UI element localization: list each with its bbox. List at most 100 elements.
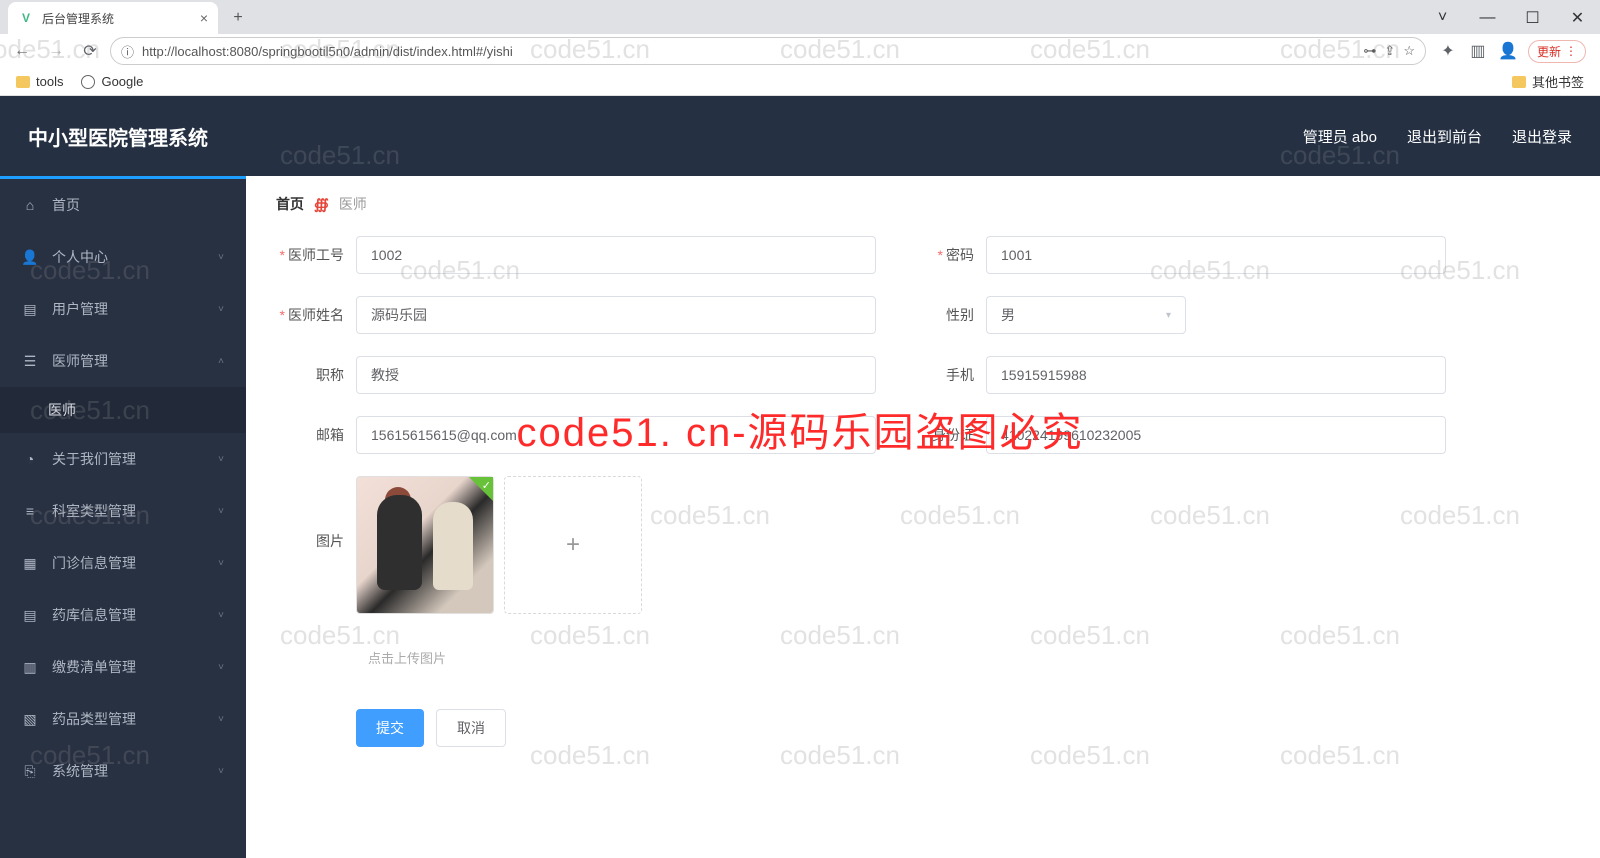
chevron-down-icon: ˅ bbox=[218, 662, 224, 673]
sidebar-item-payment[interactable]: ▥缴费清单管理˅ bbox=[0, 641, 246, 693]
update-label: 更新 bbox=[1537, 43, 1561, 60]
input-doctor-name[interactable] bbox=[356, 296, 876, 334]
form-item-image: 图片 + bbox=[276, 476, 1570, 614]
app-body: ⌂首页 👤个人中心˅ ▤用户管理˅ ☰医师管理˄ 医师 ◔关于我们管理˅ ≡科室… bbox=[0, 176, 1600, 858]
select-gender[interactable]: 男 ▾ bbox=[986, 296, 1186, 334]
info-icon: ⓘ bbox=[121, 42, 134, 61]
logout-link[interactable]: 退出登录 bbox=[1512, 126, 1572, 147]
chevron-down-icon: ˅ bbox=[218, 506, 224, 517]
sidebar-sub-doctor[interactable]: 医师 bbox=[0, 387, 246, 433]
update-chip[interactable]: 更新 ⋮ bbox=[1528, 40, 1586, 63]
chevron-down-icon: ˅ bbox=[218, 714, 224, 725]
form-item-doctor-id: *医师工号 bbox=[276, 236, 876, 274]
cancel-button[interactable]: 取消 bbox=[436, 709, 506, 747]
home-icon: ⌂ bbox=[22, 197, 38, 213]
input-email[interactable] bbox=[356, 416, 876, 454]
back-button[interactable]: ← bbox=[8, 37, 36, 65]
key-icon[interactable]: ⊶ bbox=[1363, 43, 1376, 59]
sidebar-item-drugtype[interactable]: ▧药品类型管理˅ bbox=[0, 693, 246, 745]
maximize-icon[interactable]: ☐ bbox=[1510, 0, 1555, 36]
new-tab-button[interactable]: + bbox=[224, 4, 252, 32]
main-content: 首页 ∰ 医师 *医师工号 *密码 *医师姓名 bbox=[246, 176, 1600, 858]
app-header-right: 管理员 abo 退出到前台 退出登录 bbox=[1303, 126, 1572, 147]
input-doctor-id[interactable] bbox=[356, 236, 876, 274]
input-phone[interactable] bbox=[986, 356, 1446, 394]
upload-area: + bbox=[356, 476, 642, 614]
check-icon bbox=[469, 477, 493, 501]
payment-icon: ▥ bbox=[22, 659, 38, 675]
sidebar-item-pharmacy[interactable]: ▤药库信息管理˅ bbox=[0, 589, 246, 641]
upload-button[interactable]: + bbox=[504, 476, 642, 614]
user-icon: 👤 bbox=[22, 249, 38, 265]
breadcrumb-home[interactable]: 首页 bbox=[276, 194, 304, 214]
minimize-icon[interactable]: — bbox=[1465, 0, 1510, 36]
sidebar-item-home[interactable]: ⌂首页 bbox=[0, 179, 246, 231]
drugtype-icon: ▧ bbox=[22, 711, 38, 727]
admin-link[interactable]: 管理员 abo bbox=[1303, 126, 1377, 147]
profile-icon[interactable]: 👤 bbox=[1498, 41, 1518, 61]
app: 中小型医院管理系统 管理员 abo 退出到前台 退出登录 ⌂首页 👤个人中心˅ … bbox=[0, 96, 1600, 858]
star-icon[interactable]: ☆ bbox=[1403, 43, 1415, 59]
bookmark-tools[interactable]: tools bbox=[16, 74, 63, 89]
chevron-down-icon: ˅ bbox=[218, 454, 224, 465]
toolbar-icons: ✦ ▥ 👤 更新 ⋮ bbox=[1432, 40, 1592, 63]
share-icon[interactable]: ⇪ bbox=[1384, 43, 1395, 59]
app-header: 中小型医院管理系统 管理员 abo 退出到前台 退出登录 bbox=[0, 96, 1600, 176]
vue-favicon-icon: V bbox=[18, 10, 34, 26]
sidebar-item-personal[interactable]: 👤个人中心˅ bbox=[0, 231, 246, 283]
input-password[interactable] bbox=[986, 236, 1446, 274]
breadcrumb: 首页 ∰ 医师 bbox=[246, 176, 1600, 226]
bookmark-google[interactable]: Google bbox=[81, 74, 143, 89]
doctors-icon: ☰ bbox=[22, 353, 38, 369]
close-window-icon[interactable]: ✕ bbox=[1555, 0, 1600, 36]
input-idcard[interactable] bbox=[986, 416, 1446, 454]
sidebar-item-system[interactable]: ⎘系统管理˅ bbox=[0, 745, 246, 797]
form-item-gender: 性别 男 ▾ bbox=[906, 296, 1446, 334]
front-link[interactable]: 退出到前台 bbox=[1407, 126, 1482, 147]
close-tab-icon[interactable]: × bbox=[200, 10, 208, 26]
sidebar-item-users[interactable]: ▤用户管理˅ bbox=[0, 283, 246, 335]
forward-button[interactable]: → bbox=[42, 37, 70, 65]
label-title: 职称 bbox=[276, 365, 356, 385]
sidebar-item-outpatient[interactable]: ▦门诊信息管理˅ bbox=[0, 537, 246, 589]
folder-icon bbox=[16, 76, 30, 88]
extensions-icon[interactable]: ✦ bbox=[1438, 41, 1458, 61]
tab-bar: V 后台管理系统 × + ˅ — ☐ ✕ bbox=[0, 0, 1600, 34]
form-item-password: *密码 bbox=[906, 236, 1446, 274]
uploaded-thumb[interactable] bbox=[356, 476, 494, 614]
outpatient-icon: ▦ bbox=[22, 555, 38, 571]
label-doctor-name: *医师姓名 bbox=[276, 305, 356, 325]
bookmarks-bar: tools Google 其他书签 bbox=[0, 68, 1600, 95]
sidebar-item-dept[interactable]: ≡科室类型管理˅ bbox=[0, 485, 246, 537]
bookmark-other[interactable]: 其他书签 bbox=[1512, 72, 1584, 91]
sidebar-item-doctors[interactable]: ☰医师管理˄ bbox=[0, 335, 246, 387]
kebab-icon: ⋮ bbox=[1565, 44, 1577, 58]
users-icon: ▤ bbox=[22, 301, 38, 317]
chevron-down-icon: ˅ bbox=[218, 558, 224, 569]
folder-icon bbox=[1512, 76, 1526, 88]
globe-icon bbox=[81, 75, 95, 89]
breadcrumb-current: 医师 bbox=[339, 194, 367, 214]
tab-title: 后台管理系统 bbox=[42, 10, 114, 27]
browser-tab[interactable]: V 后台管理系统 × bbox=[8, 2, 218, 34]
chevron-down-icon: ˅ bbox=[218, 252, 224, 263]
label-gender: 性别 bbox=[906, 305, 986, 325]
form-item-title: 职称 bbox=[276, 356, 876, 394]
chevron-down-icon: ˅ bbox=[218, 766, 224, 777]
plus-icon: + bbox=[566, 531, 580, 559]
submit-button[interactable]: 提交 bbox=[356, 709, 424, 747]
form-item-email: 邮箱 bbox=[276, 416, 876, 454]
chevron-down-icon[interactable]: ˅ bbox=[1420, 0, 1465, 36]
upload-hint: 点击上传图片 bbox=[368, 648, 1570, 667]
system-icon: ⎘ bbox=[22, 763, 38, 779]
sidepanel-icon[interactable]: ▥ bbox=[1468, 41, 1488, 61]
reload-button[interactable]: ⟳ bbox=[76, 37, 104, 65]
label-idcard: 身份证 bbox=[906, 425, 986, 445]
url-text: http://localhost:8080/springbootil5n0/ad… bbox=[142, 44, 1355, 59]
breadcrumb-icon: ∰ bbox=[314, 196, 329, 213]
label-email: 邮箱 bbox=[276, 425, 356, 445]
input-title[interactable] bbox=[356, 356, 876, 394]
sidebar-item-about[interactable]: ◔关于我们管理˅ bbox=[0, 433, 246, 485]
label-image: 图片 bbox=[276, 531, 356, 551]
url-field[interactable]: ⓘ http://localhost:8080/springbootil5n0/… bbox=[110, 37, 1426, 65]
